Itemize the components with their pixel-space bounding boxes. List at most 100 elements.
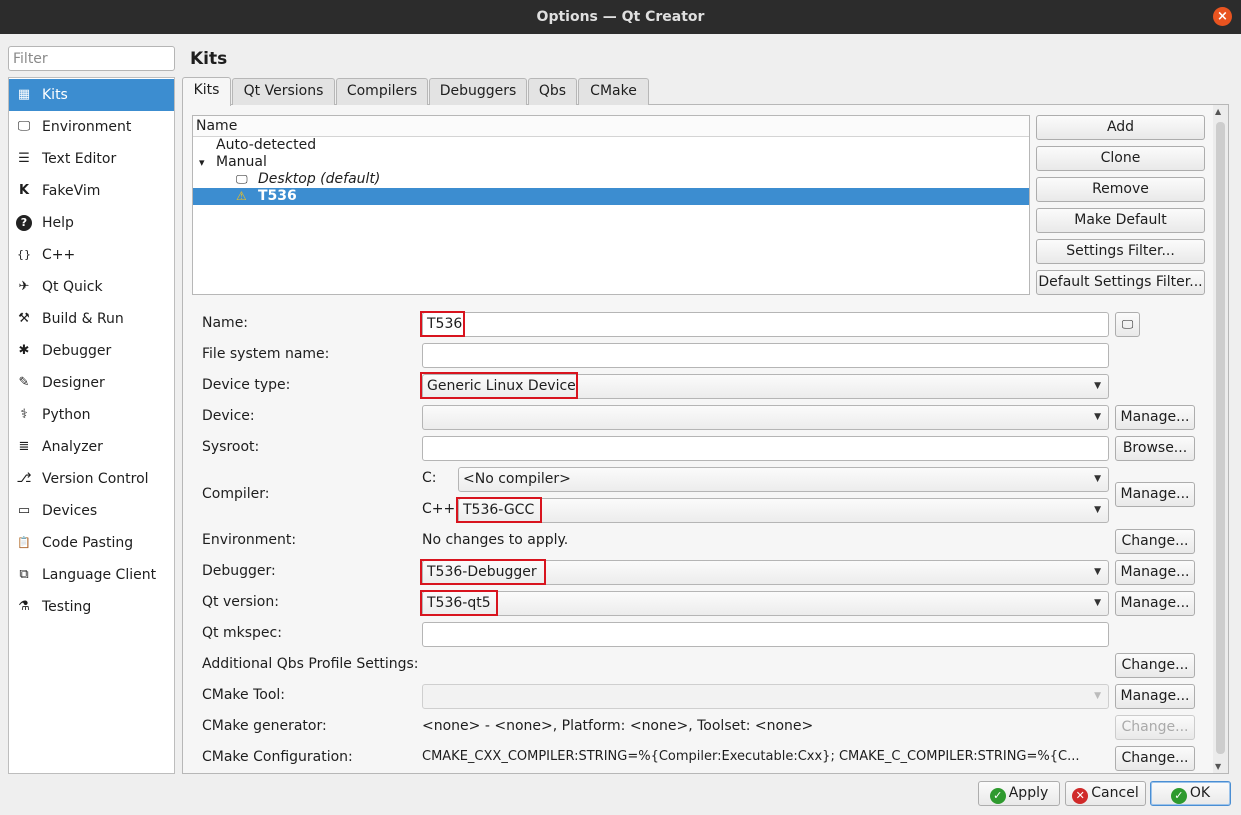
c-compiler-combo[interactable]: <No compiler> ▼ [458,467,1109,492]
chevron-down-icon: ▼ [1094,691,1101,701]
chevron-down-icon: ▼ [1094,567,1101,577]
panel-scrollbar[interactable]: ▲ ▼ [1213,105,1228,773]
clipboard-icon: 📋 [17,536,31,549]
kits-icon: ▦ [17,87,31,102]
scroll-down-icon[interactable]: ▼ [1215,762,1221,771]
tree-row-t536[interactable]: ⚠ T536 [193,188,1029,205]
file-system-name-input[interactable] [422,343,1109,368]
qt-mkspec-input[interactable] [422,622,1109,647]
tree-row-desktop[interactable]: 🖵 Desktop (default) [193,171,1029,188]
sidebar-item-environment[interactable]: 🖵 Environment [9,111,174,143]
tree-row-auto-detected[interactable]: Auto-detected [193,137,1029,154]
sidebar-item-fakevim[interactable]: K FakeVim [9,175,174,207]
cmake-tool-combo[interactable]: ▼ [422,684,1109,709]
cancel-button[interactable]: ✕ Cancel [1065,781,1146,806]
cpp-compiler-combo[interactable]: T536-GCC ▼ [458,498,1109,523]
sidebar-item-testing[interactable]: ⚗ Testing [9,591,174,623]
cancel-label: Cancel [1091,785,1139,801]
scroll-up-icon[interactable]: ▲ [1215,107,1221,116]
qbs-change-button[interactable]: Change... [1115,653,1195,678]
remove-kit-button[interactable]: Remove [1036,177,1205,202]
sidebar-item-designer[interactable]: ✎ Designer [9,367,174,399]
sidebar-item-label: Environment [42,119,132,135]
tab-cmake[interactable]: CMake [578,78,649,105]
cmake-config-change-button[interactable]: Change... [1115,746,1195,771]
close-window-button[interactable]: × [1213,7,1232,26]
sidebar-item-label: Designer [42,375,105,391]
add-kit-button[interactable]: Add [1036,115,1205,140]
sidebar-item-label: Analyzer [42,439,103,455]
chevron-down-icon: ▼ [1094,412,1101,422]
sidebar-item-analyzer[interactable]: ≣ Analyzer [9,431,174,463]
devices-icon: ▭ [17,503,31,518]
sidebar-item-text-editor[interactable]: ☰ Text Editor [9,143,174,175]
tab-kits[interactable]: Kits [182,77,231,106]
fakevim-icon: K [18,183,30,198]
cmake-tool-manage-button[interactable]: Manage... [1115,684,1195,709]
compiler-label: Compiler: [202,486,270,502]
device-manage-button[interactable]: Manage... [1115,405,1195,430]
kits-tree[interactable]: Name Auto-detected ▾ Manual 🖵 Desktop (def… [192,115,1030,295]
qt-version-label: Qt version: [202,594,279,610]
clone-kit-button[interactable]: Clone [1036,146,1205,171]
sysroot-browse-button[interactable]: Browse... [1115,436,1195,461]
default-settings-filter-button[interactable]: Default Settings Filter... [1036,270,1205,295]
kit-icon-button[interactable]: 🖵 [1115,312,1140,337]
sidebar-item-python[interactable]: ⚕ Python [9,399,174,431]
sidebar-item-label: Help [42,215,74,231]
sidebar-item-label: C++ [42,247,76,263]
cmake-generator-change-button[interactable]: Change... [1115,715,1195,740]
sidebar-item-label: Language Client [42,567,157,583]
sidebar-item-label: Text Editor [42,151,117,167]
sidebar-item-label: FakeVim [42,183,101,199]
qt-version-combo[interactable]: T536-qt5 ▼ [422,591,1109,616]
desktop-icon: 🖵 [1121,317,1134,331]
sysroot-input[interactable] [422,436,1109,461]
close-icon: × [1217,9,1228,24]
sidebar-item-label: Version Control [42,471,149,487]
sidebar-item-devices[interactable]: ▭ Devices [9,495,174,527]
sidebar-item-label: Python [42,407,91,423]
sidebar-item-label: Kits [42,87,68,103]
tab-qt-versions[interactable]: Qt Versions [232,78,335,105]
sidebar-item-version-control[interactable]: ⎇ Version Control [9,463,174,495]
tree-row-manual[interactable]: ▾ Manual [193,154,1029,171]
device-combo[interactable]: ▼ [422,405,1109,430]
qt-quick-icon: ✈ [18,279,30,294]
kit-name-input[interactable]: T536 [422,312,1109,337]
compiler-manage-button[interactable]: Manage... [1115,482,1195,507]
chevron-down-icon: ▼ [1094,474,1101,484]
highlight-device-type [420,372,578,399]
sidebar-item-build-run[interactable]: ⚒ Build & Run [9,303,174,335]
sidebar-item-help[interactable]: ? Help [9,207,174,239]
sidebar-item-code-pasting[interactable]: 📋 Code Pasting [9,527,174,559]
sidebar-item-kits[interactable]: ▦ Kits [9,79,174,111]
qt-version-manage-button[interactable]: Manage... [1115,591,1195,616]
scrollbar-thumb[interactable] [1216,122,1225,754]
sidebar-item-language-client[interactable]: ⧉ Language Client [9,559,174,591]
tab-qbs[interactable]: Qbs [528,78,577,105]
filter-input[interactable] [8,46,175,71]
sidebar-item-label: Testing [42,599,92,615]
environment-change-button[interactable]: Change... [1115,529,1195,554]
settings-filter-button[interactable]: Settings Filter... [1036,239,1205,264]
pencil-icon: ✎ [18,375,30,390]
qt-mkspec-label: Qt mkspec: [202,625,282,641]
sidebar-item-qt-quick[interactable]: ✈ Qt Quick [9,271,174,303]
analyzer-icon: ≣ [18,439,30,454]
tree-row-label: T536 [258,188,297,204]
sidebar-item-cpp[interactable]: {} C++ [9,239,174,271]
tab-compilers[interactable]: Compilers [336,78,428,105]
chevron-down-icon: ▼ [1094,505,1101,515]
expand-arrow-icon[interactable]: ▾ [199,154,216,171]
sidebar-item-debugger[interactable]: ✱ Debugger [9,335,174,367]
desktop-icon: 🖵 [236,172,248,186]
apply-button[interactable]: ✓ Apply [978,781,1060,806]
debugger-manage-button[interactable]: Manage... [1115,560,1195,585]
tab-debuggers[interactable]: Debuggers [429,78,527,105]
make-default-button[interactable]: Make Default [1036,208,1205,233]
ok-button[interactable]: ✓ OK [1150,781,1231,806]
text-editor-icon: ☰ [18,151,30,166]
testing-icon: ⚗ [18,599,30,614]
sidebar-item-label: Devices [42,503,98,519]
